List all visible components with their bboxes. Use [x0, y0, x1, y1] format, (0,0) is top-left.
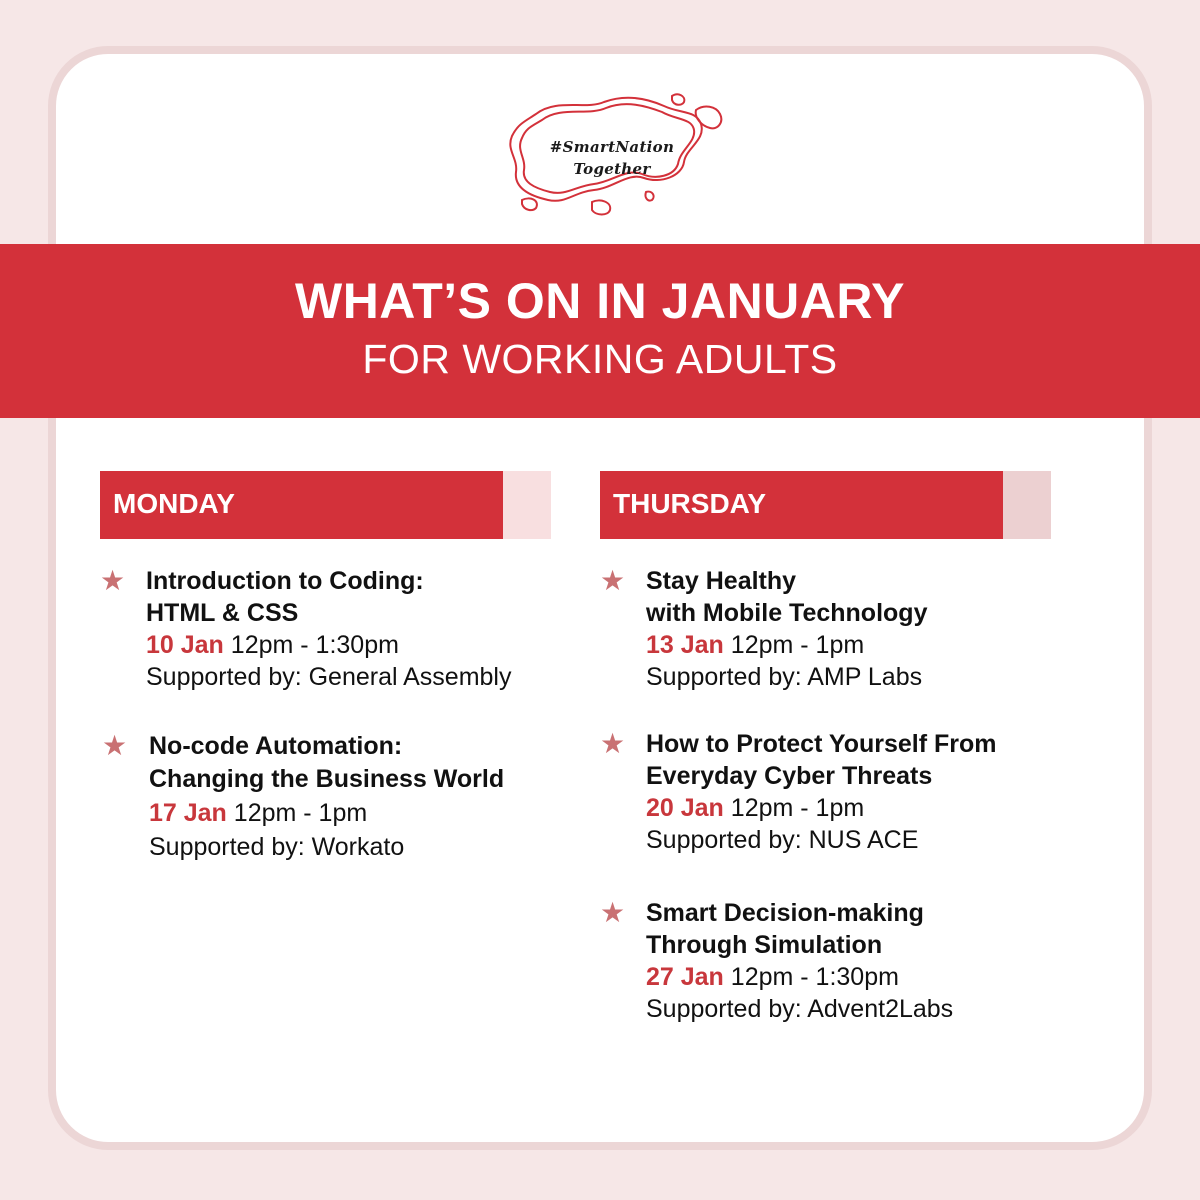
- event-date: 17 Jan: [149, 799, 227, 827]
- event-time: 12pm - 1pm: [723, 631, 865, 659]
- event-supporter: Supported by: NUS ACE: [646, 826, 919, 854]
- event-title-line1: How to Protect Yourself From: [646, 730, 997, 758]
- thursday-header: THURSDAY: [600, 471, 1051, 539]
- event-title-line1: Stay Healthy: [646, 567, 797, 595]
- event-title-line1: Smart Decision-making: [646, 899, 924, 927]
- event-date: 13 Jan: [646, 631, 724, 659]
- event-datetime: 10 Jan 12pm - 1:30pm: [146, 629, 399, 661]
- event-title-line2: with Mobile Technology: [646, 599, 928, 627]
- event-title-line2: Through Simulation: [646, 931, 883, 959]
- event-time: 12pm - 1:30pm: [723, 963, 899, 991]
- title-banner: [0, 244, 1200, 418]
- star-icon: ★: [600, 728, 626, 759]
- event-date: 10 Jan: [146, 631, 224, 659]
- event-datetime: 27 Jan 12pm - 1:30pm: [646, 961, 899, 993]
- event-time: 12pm - 1:30pm: [223, 631, 399, 659]
- event-title-line1: No-code Automation:: [149, 732, 403, 760]
- event-time: 12pm - 1pm: [723, 794, 865, 822]
- event-datetime: 20 Jan 12pm - 1pm: [646, 792, 864, 824]
- banner-subtitle: FOR WORKING ADULTS: [362, 336, 838, 382]
- star-icon: ★: [600, 565, 626, 596]
- event-title-line1: Introduction to Coding:: [146, 567, 424, 595]
- monday-header-tab: [503, 471, 551, 539]
- event-datetime: 13 Jan 12pm - 1pm: [646, 629, 864, 661]
- event-date: 27 Jan: [646, 963, 724, 991]
- event-date: 20 Jan: [646, 794, 724, 822]
- logo-blob-icon: [509, 93, 723, 216]
- event-title-line2: Everyday Cyber Threats: [646, 762, 933, 790]
- monday-label: MONDAY: [113, 488, 235, 519]
- event-datetime: 17 Jan 12pm - 1pm: [149, 797, 367, 829]
- event-title-line2: HTML & CSS: [146, 599, 299, 627]
- event-title-line2: Changing the Business World: [149, 765, 505, 793]
- star-icon: ★: [102, 730, 128, 761]
- event-supporter: Supported by: Advent2Labs: [646, 995, 954, 1023]
- event-supporter: Supported by: General Assembly: [146, 663, 512, 691]
- event-time: 12pm - 1pm: [226, 799, 368, 827]
- star-icon: ★: [600, 897, 626, 928]
- star-icon: ★: [100, 565, 126, 596]
- banner-title: WHAT’S ON IN JANUARY: [295, 273, 905, 329]
- logo-text-hashtag: #SmartNation: [549, 138, 675, 156]
- thursday-header-tab: [1003, 471, 1051, 539]
- smartnation-logo: #SmartNation Together: [496, 92, 728, 222]
- thursday-label: THURSDAY: [613, 488, 766, 519]
- event-supporter: Supported by: Workato: [149, 833, 405, 861]
- event-supporter: Supported by: AMP Labs: [646, 663, 923, 691]
- logo-text-together: Together: [573, 160, 651, 178]
- monday-header: MONDAY: [100, 471, 551, 539]
